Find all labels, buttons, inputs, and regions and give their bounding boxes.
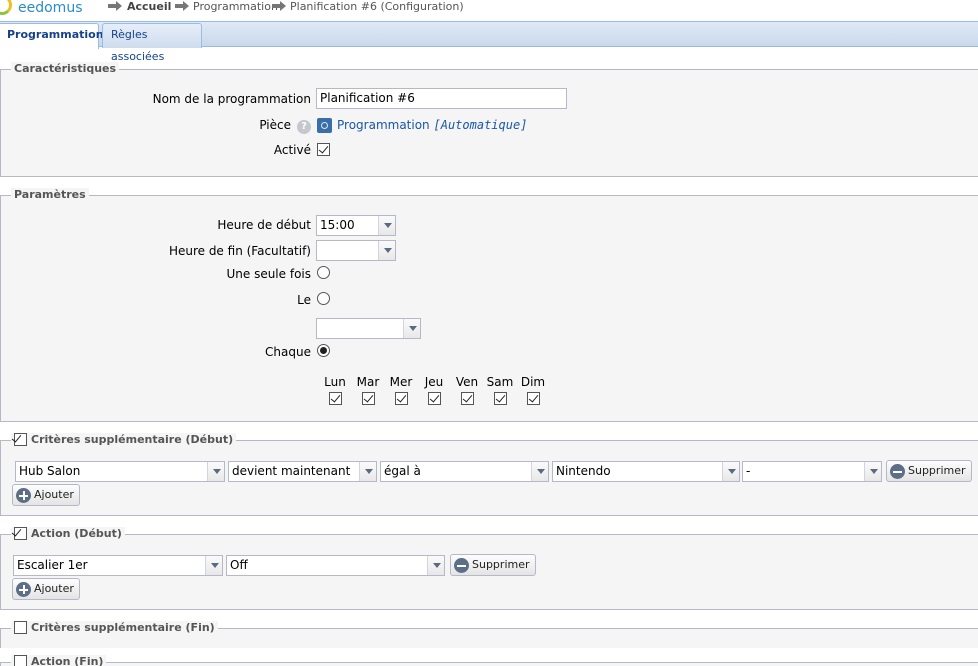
plus-circle-icon: [16, 488, 31, 503]
day-label: Ven: [455, 375, 479, 389]
fieldset-action-end: Action (Fin): [0, 655, 978, 666]
action-add-button[interactable]: Ajouter: [12, 578, 80, 600]
fieldset-title: Critères supplémentaire (Début): [11, 433, 237, 446]
criteria-value-select[interactable]: Nintendo: [552, 461, 740, 482]
breadcrumb-arrow-icon: [175, 1, 189, 11]
active-checkbox[interactable]: [317, 143, 330, 156]
start-time-label: Heure de début: [217, 218, 311, 232]
on-date-select[interactable]: [316, 318, 421, 339]
fieldset-criteria-start: Critères supplémentaire (Début) Hub Salo…: [0, 433, 978, 516]
help-icon[interactable]: ?: [297, 120, 311, 134]
breadcrumb-home[interactable]: Accueil: [127, 0, 171, 13]
day-label: Mar: [356, 375, 380, 389]
day-label: Jeu: [424, 375, 444, 389]
criteria-condition-select[interactable]: devient maintenant: [228, 461, 377, 482]
day-checkbox-mer[interactable]: [395, 392, 408, 405]
action-device-select[interactable]: Escalier 1er: [13, 555, 223, 576]
once-label: Une seule fois: [226, 267, 311, 281]
day-checkbox-mar[interactable]: [362, 392, 375, 405]
top-bar: eedomus Accueil Programmation Planificat…: [0, 0, 978, 20]
program-name-input[interactable]: Planification #6: [316, 88, 567, 109]
day-label: Sam: [486, 375, 514, 389]
chevron-down-icon[interactable]: [427, 556, 444, 575]
criteria-add-button[interactable]: Ajouter: [12, 484, 80, 506]
day-checkbox-dim[interactable]: [527, 392, 540, 405]
criteria-delete-button[interactable]: Supprimer: [886, 460, 972, 482]
minus-circle-icon: [454, 558, 469, 573]
day-checkbox-ven[interactable]: [461, 392, 474, 405]
day-label: Mer: [389, 375, 413, 389]
criteria-start-checkbox[interactable]: [14, 433, 27, 446]
fieldset-title: Critères supplémentaire (Fin): [11, 621, 218, 634]
chevron-down-icon[interactable]: [359, 462, 376, 481]
eedomus-logo-icon[interactable]: [0, 0, 12, 15]
tab-bar: Programmation Règles associées: [0, 21, 978, 63]
start-time-select[interactable]: 15:00: [316, 215, 396, 236]
fieldset-characteristics: Caractéristiques Nom de la programmation…: [0, 62, 978, 177]
end-time-select[interactable]: [316, 240, 396, 261]
chevron-down-icon[interactable]: [378, 241, 395, 260]
chevron-down-icon[interactable]: [205, 556, 222, 575]
breadcrumb-programmation[interactable]: Programmation: [193, 0, 278, 13]
criteria-extra-select[interactable]: -: [742, 461, 882, 482]
chevron-down-icon[interactable]: [207, 462, 224, 481]
breadcrumb-arrow-icon: [108, 1, 122, 11]
end-time-label: Heure de fin (Facultatif): [168, 244, 311, 258]
tab-regles-associees[interactable]: Règles associées: [102, 23, 202, 63]
chevron-down-icon[interactable]: [378, 216, 395, 235]
day-label: Dim: [520, 375, 546, 389]
name-label: Nom de la programmation: [152, 92, 311, 106]
criteria-end-checkbox[interactable]: [14, 621, 27, 634]
fieldset-title: Caractéristiques: [11, 62, 120, 75]
room-label: Pièce: [259, 118, 291, 132]
plus-circle-icon: [16, 582, 31, 597]
criteria-operator-select[interactable]: égal à: [380, 461, 549, 482]
room-link[interactable]: Programmation [Automatique]: [337, 118, 527, 132]
fieldset-criteria-end: Critères supplémentaire (Fin): [0, 621, 978, 648]
fieldset-action-start: Action (Début) Escalier 1er Off Supprime…: [0, 527, 978, 610]
criteria-start-title: Critères supplémentaire (Début): [31, 433, 234, 446]
action-delete-button[interactable]: Supprimer: [450, 554, 536, 576]
day-label: Lun: [324, 375, 346, 389]
action-end-title: Action (Fin): [31, 655, 104, 666]
action-value-select[interactable]: Off: [226, 555, 445, 576]
chevron-down-icon[interactable]: [531, 462, 548, 481]
chevron-down-icon[interactable]: [864, 462, 881, 481]
action-start-title: Action (Début): [31, 527, 122, 540]
criteria-end-title: Critères supplémentaire (Fin): [31, 621, 215, 634]
criteria-device-select[interactable]: Hub Salon: [15, 461, 225, 482]
day-checkbox-jeu[interactable]: [428, 392, 441, 405]
day-checkbox-sam[interactable]: [494, 392, 507, 405]
active-label: Activé: [273, 143, 311, 157]
tab-programmation[interactable]: Programmation: [0, 23, 104, 49]
on-date-label: Le: [297, 293, 311, 307]
breadcrumb-current: Planification #6 (Configuration): [290, 0, 464, 13]
action-start-checkbox[interactable]: [14, 527, 27, 540]
logo-text[interactable]: eedomus: [18, 0, 82, 16]
fieldset-parameters: Paramètres Heure de début 15:00 Heure de…: [0, 188, 978, 422]
fieldset-title: Paramètres: [11, 188, 89, 201]
once-radio[interactable]: [317, 266, 330, 279]
day-checkbox-lun[interactable]: [329, 392, 342, 405]
chevron-down-icon[interactable]: [722, 462, 739, 481]
fieldset-title: Action (Début): [11, 527, 125, 540]
every-radio[interactable]: [317, 344, 330, 357]
room-icon: [317, 118, 332, 133]
fieldset-title: Action (Fin): [11, 655, 107, 666]
minus-circle-icon: [890, 464, 905, 479]
every-label: Chaque: [265, 345, 311, 359]
on-date-radio[interactable]: [317, 292, 330, 305]
chevron-down-icon[interactable]: [403, 319, 420, 338]
breadcrumb-arrow-icon: [272, 1, 286, 11]
action-end-checkbox[interactable]: [14, 655, 27, 666]
